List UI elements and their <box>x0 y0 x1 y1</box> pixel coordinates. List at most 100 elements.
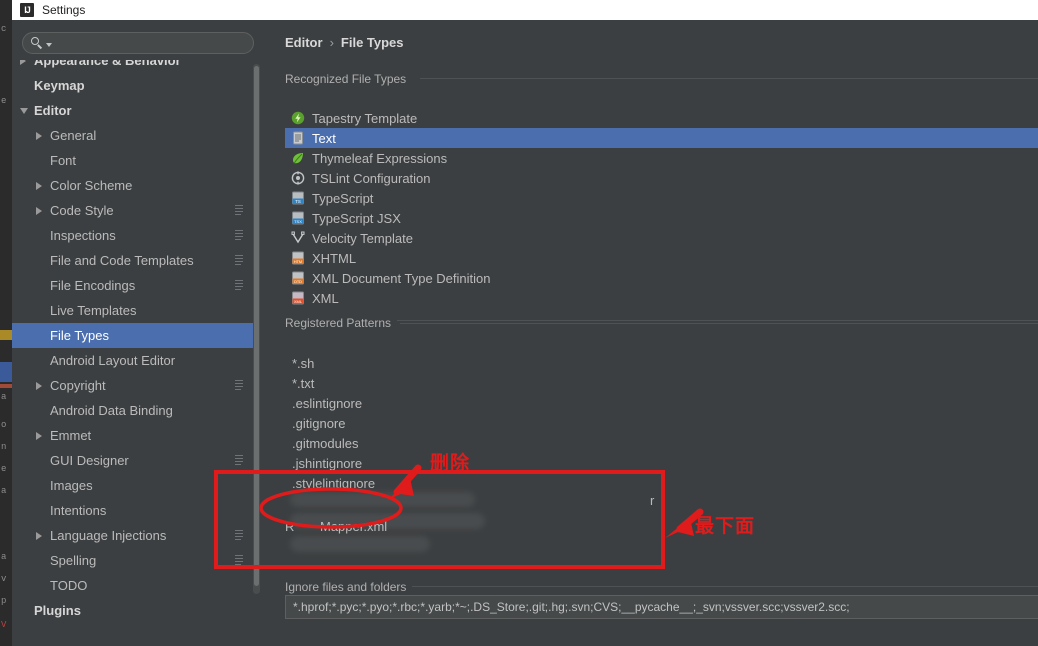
breadcrumb: Editor › File Types <box>285 35 404 50</box>
background-window-strip: c e a o n e a a v p V <box>0 0 12 646</box>
panel-divider[interactable] <box>260 20 272 638</box>
sidebar-item-android-data-binding[interactable]: Android Data Binding <box>12 398 260 423</box>
settings-category-tree[interactable]: Keymap Editor General Font Color Scheme Code … <box>12 73 260 638</box>
sidebar-scrollbar-thumb[interactable] <box>254 66 259 586</box>
sidebar-item-code-style[interactable]: Code Style <box>12 198 260 223</box>
file-type-row[interactable]: Thymeleaf Expressions <box>285 148 1038 168</box>
velocity-icon <box>291 231 305 245</box>
sidebar-item-appearance-and-behavior[interactable]: Appearance & Behavior <box>12 60 260 73</box>
pattern-row[interactable]: .gitmodules <box>285 433 1038 453</box>
registered-patterns-label: Registered Patterns <box>285 316 398 330</box>
sidebar-item-label: Plugins <box>34 603 81 618</box>
tapestry-icon <box>291 111 305 125</box>
ignore-files-input[interactable]: *.hprof;*.pyc;*.pyo;*.rbc;*.yarb;*~;.DS_… <box>285 595 1038 619</box>
chevron-right-icon[interactable] <box>36 431 42 440</box>
pattern-row[interactable]: .eslintignore <box>285 393 1038 413</box>
file-type-row[interactable]: TSX TypeScript JSX <box>285 208 1038 228</box>
sidebar-item-gui-designer[interactable]: GUI Designer <box>12 448 260 473</box>
pattern-label: *.txt <box>292 375 315 391</box>
text-file-icon <box>291 131 305 145</box>
file-type-row[interactable]: DTD XML Document Type Definition <box>285 268 1038 288</box>
sidebar-scrollbar[interactable] <box>253 64 260 594</box>
sidebar-item-file-and-code-templates[interactable]: File and Code Templates <box>12 248 260 273</box>
sidebar-item-general[interactable]: General <box>12 123 260 148</box>
sidebar-item-label: General <box>50 128 97 143</box>
sidebar-item-keymap[interactable]: Keymap <box>12 73 260 98</box>
pattern-row[interactable]: *.sh <box>285 353 1038 373</box>
settings-search-box[interactable] <box>22 32 254 54</box>
project-settings-icon <box>235 530 246 541</box>
sidebar-item-spelling[interactable]: Spelling <box>12 548 260 573</box>
svg-text:TS: TS <box>295 199 301 204</box>
sidebar-item-label: Live Templates <box>50 303 137 318</box>
settings-content-panel: Editor › File Types Recognized File Type… <box>272 20 1038 638</box>
ignore-files-label: Ignore files and folders <box>285 580 413 594</box>
file-type-row[interactable]: Text <box>285 128 1038 148</box>
file-type-row[interactable]: XML XML <box>285 288 1038 308</box>
sidebar-item-live-templates[interactable]: Live Templates <box>12 298 260 323</box>
typescript-jsx-icon: TSX <box>291 211 305 225</box>
chevron-right-icon[interactable] <box>36 381 42 390</box>
sidebar-item-plugins[interactable]: Plugins <box>12 598 260 623</box>
sidebar-item-intentions[interactable]: Intentions <box>12 498 260 523</box>
sidebar-item-file-types[interactable]: File Types <box>12 323 260 348</box>
recognized-file-types-list[interactable]: Tapestry Template Text Thymeleaf Expressio… <box>285 108 1038 316</box>
project-settings-icon <box>235 455 246 466</box>
svg-text:TSX: TSX <box>294 219 302 224</box>
sidebar-item-copyright[interactable]: Copyright <box>12 373 260 398</box>
sidebar-item-emmet[interactable]: Emmet <box>12 423 260 448</box>
file-type-label: XHTML <box>312 250 357 266</box>
sidebar-item-label: Code Style <box>50 203 114 218</box>
sidebar-item-inspections[interactable]: Inspections <box>12 223 260 248</box>
settings-dialog: Appearance & Behavior Keymap Editor Genera… <box>12 20 1038 646</box>
project-settings-icon <box>235 280 246 291</box>
xhtml-icon: HTM <box>291 251 305 265</box>
file-type-row[interactable]: TSLint Configuration <box>285 168 1038 188</box>
bg-accent-selection <box>0 362 12 382</box>
sidebar-item-font[interactable]: Font <box>12 148 260 173</box>
sidebar-item-label: Android Data Binding <box>50 403 173 418</box>
sidebar-item-android-layout-editor[interactable]: Android Layout Editor <box>12 348 260 373</box>
sidebar-item-label: File and Code Templates <box>50 253 194 268</box>
annotation-label-bottom: 最下面 <box>695 515 756 537</box>
project-settings-icon <box>235 380 246 391</box>
sidebar-item-todo[interactable]: TODO <box>12 573 260 598</box>
typescript-icon: TS <box>291 191 305 205</box>
pattern-label: *.sh <box>292 355 315 371</box>
chevron-right-icon[interactable] <box>36 181 42 190</box>
chevron-right-icon[interactable] <box>36 131 42 140</box>
file-type-row[interactable]: TS TypeScript <box>285 188 1038 208</box>
pattern-label: .eslintignore <box>292 395 363 411</box>
svg-text:XML: XML <box>294 299 303 304</box>
xml-icon: XML <box>291 291 305 305</box>
pattern-label: .gitignore <box>292 415 346 431</box>
svg-text:HTM: HTM <box>294 260 302 264</box>
pattern-row[interactable]: *.txt <box>285 373 1038 393</box>
breadcrumb-parent[interactable]: Editor <box>285 35 323 50</box>
file-type-row[interactable]: Tapestry Template <box>285 108 1038 128</box>
chevron-right-icon[interactable] <box>36 206 42 215</box>
ignore-files-value: *.hprof;*.pyc;*.pyo;*.rbc;*.yarb;*~;.DS_… <box>293 600 850 614</box>
sidebar-item-label: Keymap <box>34 78 85 93</box>
search-input[interactable] <box>52 36 253 50</box>
pattern-row[interactable]: .stylelintignore <box>285 473 1038 493</box>
pattern-label: .gitmodules <box>292 435 359 451</box>
intellij-idea-logo-icon: IJ <box>20 3 34 17</box>
sidebar-item-language-injections[interactable]: Language Injections <box>12 523 260 548</box>
file-type-label: TypeScript <box>312 190 374 206</box>
chevron-right-icon <box>20 60 26 65</box>
search-icon <box>31 36 44 50</box>
sidebar-item-file-encodings[interactable]: File Encodings <box>12 273 260 298</box>
sidebar-item-color-scheme[interactable]: Color Scheme <box>12 173 260 198</box>
sidebar-item-label: Copyright <box>50 378 106 393</box>
chevron-down-icon[interactable] <box>20 107 28 114</box>
file-type-row[interactable]: HTM XHTML <box>285 248 1038 268</box>
sidebar-item-images[interactable]: Images <box>12 473 260 498</box>
pattern-row[interactable]: .gitignore <box>285 413 1038 433</box>
pattern-row[interactable]: .jshintignore <box>285 453 1038 473</box>
sidebar-item-label: File Encodings <box>50 278 136 293</box>
sidebar-item-editor[interactable]: Editor <box>12 98 260 123</box>
sidebar-item-label: Images <box>50 478 93 493</box>
chevron-right-icon[interactable] <box>36 531 42 540</box>
file-type-row[interactable]: Velocity Template <box>285 228 1038 248</box>
